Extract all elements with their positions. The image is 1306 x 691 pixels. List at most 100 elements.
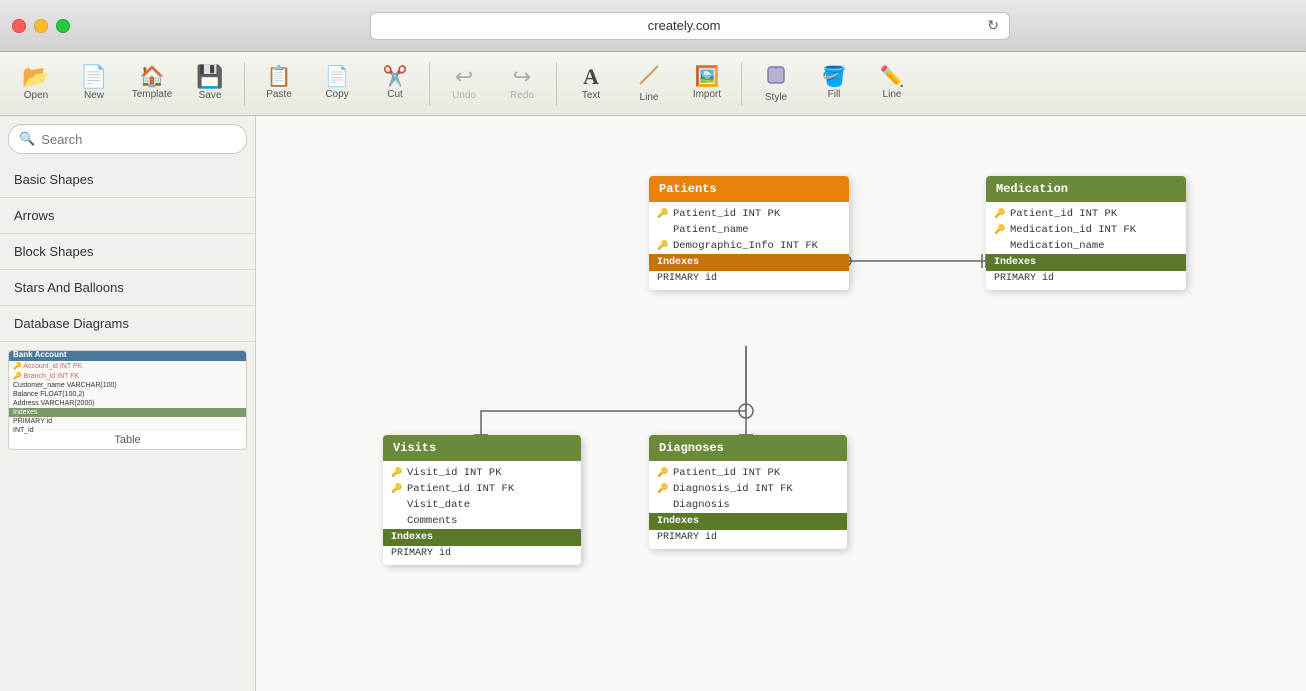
- table-row: 🔑 Patient_id INT PK: [986, 206, 1186, 222]
- diagnoses-header: Diagnoses: [649, 435, 847, 461]
- table-row: 🔑 Demographic_Info INT FK: [649, 238, 849, 254]
- line2-button[interactable]: ✏️ Line: [864, 56, 920, 112]
- copy-button[interactable]: 📄 Copy: [309, 56, 365, 112]
- line-button[interactable]: Line: [621, 56, 677, 112]
- row-text: Medication_id INT FK: [1010, 224, 1136, 236]
- key-icon: 🔑: [657, 468, 669, 478]
- table-preview: Bank Account 🔑 Account_id INT PK 🔑 Branc…: [9, 350, 246, 435]
- line-label: Line: [640, 92, 659, 103]
- row-text: Patient_name: [673, 224, 749, 236]
- text-button[interactable]: A Text: [563, 56, 619, 112]
- new-label: New: [84, 90, 104, 101]
- url-text: creately.com: [381, 18, 987, 33]
- sidebar: 🔍 Basic Shapes Arrows Block Shapes Stars…: [0, 116, 256, 691]
- row-text: Visit_date: [407, 499, 470, 511]
- open-label: Open: [24, 90, 48, 101]
- visits-table[interactable]: Visits 🔑 Visit_id INT PK 🔑 Patient_id IN…: [383, 435, 581, 565]
- template-button[interactable]: 🏠 Template: [124, 56, 180, 112]
- sidebar-item-stars-balloons[interactable]: Stars And Balloons: [0, 270, 255, 306]
- fill-icon: 🪣: [822, 67, 847, 87]
- table-row: 🔑 Medication_id INT FK: [986, 222, 1186, 238]
- folder-icon: 📂: [22, 66, 49, 88]
- row-text: Patient_id INT PK: [673, 208, 780, 220]
- key-icon: 🔑: [391, 484, 403, 494]
- toolbar: 📂 Open 📄 New 🏠 Template 💾 Save 📋 Paste 📄…: [0, 52, 1306, 116]
- visits-body: 🔑 Visit_id INT PK 🔑 Patient_id INT FK Vi…: [383, 461, 581, 565]
- shape-preview-table[interactable]: Bank Account 🔑 Account_id INT PK 🔑 Branc…: [8, 350, 247, 450]
- undo-icon: ↩: [455, 66, 473, 88]
- patients-table[interactable]: Patients 🔑 Patient_id INT PK Patient_nam…: [649, 176, 849, 290]
- save-button[interactable]: 💾 Save: [182, 56, 238, 112]
- paste-button[interactable]: 📋 Paste: [251, 56, 307, 112]
- save-label: Save: [199, 90, 222, 101]
- table-row: Patient_name: [649, 222, 849, 238]
- main-area: 🔍 Basic Shapes Arrows Block Shapes Stars…: [0, 116, 1306, 691]
- row-text: Patient_id INT PK: [1010, 208, 1117, 220]
- redo-icon: ↪: [513, 66, 531, 88]
- preview-row: 🔑 Account_id INT PK: [9, 361, 246, 371]
- reload-button[interactable]: ↻: [987, 17, 999, 34]
- indexes-header: Indexes: [383, 529, 581, 546]
- preview-header: Bank Account: [9, 350, 246, 361]
- line-icon: [638, 64, 660, 90]
- diagnoses-table[interactable]: Diagnoses 🔑 Patient_id INT PK 🔑 Diagnosi…: [649, 435, 847, 549]
- new-button[interactable]: 📄 New: [66, 56, 122, 112]
- search-input[interactable]: [41, 132, 236, 147]
- index-row: PRIMARY id: [383, 546, 581, 561]
- medication-table[interactable]: Medication 🔑 Patient_id INT PK 🔑 Medicat…: [986, 176, 1186, 290]
- table-row: 🔑 Patient_id INT PK: [649, 206, 849, 222]
- row-text: Comments: [407, 515, 457, 527]
- undo-button[interactable]: ↩ Undo: [436, 56, 492, 112]
- index-row: PRIMARY id: [649, 271, 849, 286]
- redo-button[interactable]: ↪ Redo: [494, 56, 550, 112]
- fill-button[interactable]: 🪣 Fill: [806, 56, 862, 112]
- table-row: 🔑 Diagnosis_id INT FK: [649, 481, 847, 497]
- key-icon: 🔑: [657, 241, 669, 251]
- line2-label: Line: [883, 89, 902, 100]
- row-text: Diagnosis_id INT FK: [673, 483, 793, 495]
- table-row: Medication_name: [986, 238, 1186, 254]
- maximize-button[interactable]: [56, 19, 70, 33]
- medication-header: Medication: [986, 176, 1186, 202]
- diagnoses-body: 🔑 Patient_id INT PK 🔑 Diagnosis_id INT F…: [649, 461, 847, 549]
- medication-body: 🔑 Patient_id INT PK 🔑 Medication_id INT …: [986, 202, 1186, 290]
- minimize-button[interactable]: [34, 19, 48, 33]
- text-icon: A: [583, 66, 599, 88]
- cut-label: Cut: [387, 89, 403, 100]
- preview-index-row: PRIMARY id: [9, 417, 246, 426]
- sidebar-item-arrows[interactable]: Arrows: [0, 198, 255, 234]
- copy-icon: 📄: [325, 67, 350, 87]
- patients-header: Patients: [649, 176, 849, 202]
- url-bar[interactable]: creately.com ↻: [370, 12, 1010, 40]
- indexes-header: Indexes: [649, 513, 847, 530]
- search-icon: 🔍: [19, 131, 35, 147]
- style-button[interactable]: Style: [748, 56, 804, 112]
- traffic-lights: [12, 19, 70, 33]
- row-text: Patient_id INT FK: [407, 483, 514, 495]
- cut-icon: ✂️: [383, 67, 408, 87]
- save-icon: 💾: [196, 66, 223, 88]
- style-icon: [765, 64, 787, 90]
- import-button[interactable]: 🖼️ Import: [679, 56, 735, 112]
- divider-4: [741, 62, 742, 106]
- open-button[interactable]: 📂 Open: [8, 56, 64, 112]
- table-row: 🔑 Patient_id INT FK: [383, 481, 581, 497]
- search-bar[interactable]: 🔍: [8, 124, 247, 154]
- key-icon: 🔑: [994, 209, 1006, 219]
- index-row: PRIMARY id: [649, 530, 847, 545]
- cut-button[interactable]: ✂️ Cut: [367, 56, 423, 112]
- row-text: Visit_id INT PK: [407, 467, 502, 479]
- close-button[interactable]: [12, 19, 26, 33]
- table-row: Diagnosis: [649, 497, 847, 513]
- index-row: PRIMARY id: [986, 271, 1186, 286]
- patients-body: 🔑 Patient_id INT PK Patient_name 🔑 Demog…: [649, 202, 849, 290]
- sidebar-item-database-diagrams[interactable]: Database Diagrams: [0, 306, 255, 342]
- row-text: Demographic_Info INT FK: [673, 240, 818, 252]
- table-row: Visit_date: [383, 497, 581, 513]
- preview-indexes-header: Indexes: [9, 408, 246, 417]
- shape-preview-inner: Bank Account 🔑 Account_id INT PK 🔑 Branc…: [9, 351, 246, 431]
- sidebar-item-basic-shapes[interactable]: Basic Shapes: [0, 162, 255, 198]
- canvas[interactable]: Patients 🔑 Patient_id INT PK Patient_nam…: [256, 116, 1306, 691]
- preview-row: Customer_name VARCHAR(100): [9, 381, 246, 390]
- sidebar-item-block-shapes[interactable]: Block Shapes: [0, 234, 255, 270]
